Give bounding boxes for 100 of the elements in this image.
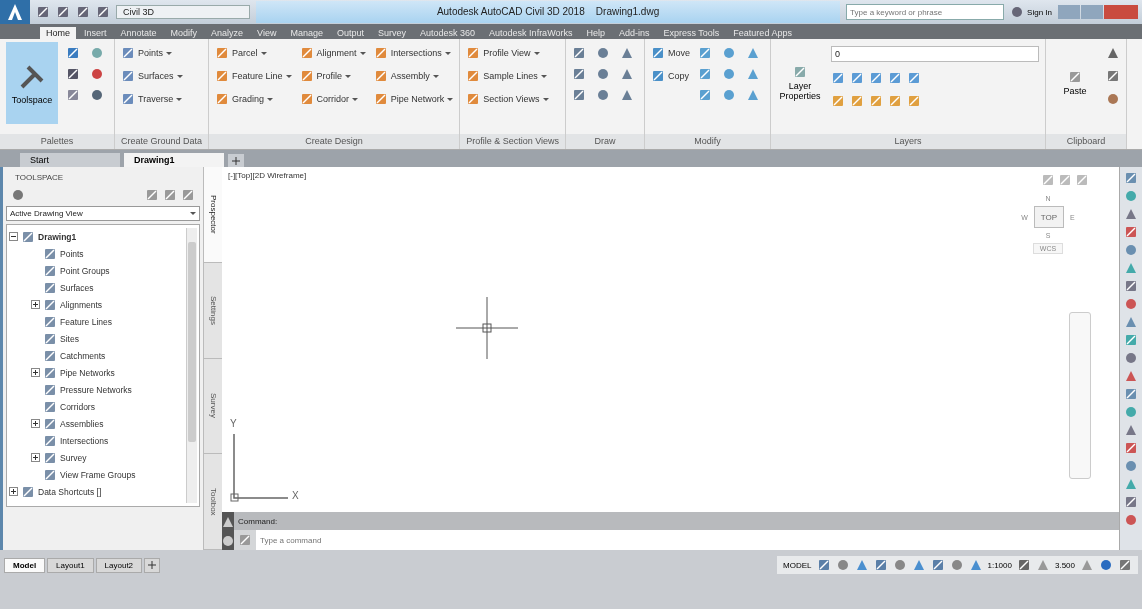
tree-item[interactable]: Alignments: [60, 299, 103, 310]
ribbon-tab[interactable]: View: [251, 27, 283, 39]
ribbon-tool-button[interactable]: Surfaces: [121, 69, 183, 83]
tree-item[interactable]: View Frame Groups: [60, 469, 136, 480]
expander-icon[interactable]: [31, 453, 40, 462]
document-tab[interactable]: Drawing1: [124, 153, 224, 167]
paste-button[interactable]: Paste: [1052, 42, 1099, 124]
tree-item[interactable]: Corridors: [60, 401, 95, 412]
ribbon-tool-button[interactable]: Parcel: [215, 46, 292, 60]
tree-item-icon: [43, 399, 57, 414]
ribbon-tool-button[interactable]: Intersections: [373, 46, 454, 60]
ribbon-tab[interactable]: Add-ins: [613, 27, 656, 39]
ribbon-tool-button[interactable]: Copy: [651, 69, 691, 83]
annotation-scale-button[interactable]: 1:1000: [987, 560, 1012, 570]
panel-label[interactable]: Modify: [645, 134, 771, 149]
layout-tab[interactable]: Layout1: [47, 557, 94, 573]
app-menu-button[interactable]: [0, 0, 30, 24]
ribbon-tool-button[interactable]: Profile View: [466, 46, 549, 60]
tree-item[interactable]: Point Groups: [60, 265, 110, 276]
expander-icon[interactable]: [31, 300, 40, 309]
ribbon-tab[interactable]: Modify: [164, 27, 204, 39]
model-space-button[interactable]: MODEL: [783, 560, 812, 570]
toolbar-icon: [1124, 423, 1138, 437]
panel-label[interactable]: Create Ground Data: [115, 134, 209, 149]
search-field[interactable]: Type a keyword or phrase: [846, 4, 1005, 20]
ribbon-tool-button[interactable]: Feature Line: [215, 69, 292, 83]
ribbon-tool-button[interactable]: Move: [651, 46, 691, 60]
document-tab[interactable]: Start: [20, 153, 120, 167]
layer-dropdown[interactable]: 0: [831, 46, 1040, 62]
scrollbar[interactable]: [186, 228, 197, 503]
ribbon-tool-button[interactable]: Grading: [215, 92, 292, 106]
ribbon-tab[interactable]: Autodesk 360: [414, 27, 482, 39]
toolspace-tool-icon: [181, 188, 195, 202]
tree-item[interactable]: Surfaces: [60, 282, 94, 293]
command-field[interactable]: Type a command: [256, 530, 1119, 550]
elevation-button[interactable]: 3.500: [1054, 560, 1075, 570]
ribbon-tab[interactable]: Annotate: [114, 27, 163, 39]
ribbon-tab[interactable]: Survey: [372, 27, 413, 39]
tree-item[interactable]: Intersections: [60, 435, 109, 446]
ribbon-tab[interactable]: Insert: [78, 27, 113, 39]
ribbon-tab[interactable]: Autodesk InfraWorks: [483, 27, 579, 39]
ribbon-tab[interactable]: Help: [580, 27, 611, 39]
toolspace-tool-icon: [145, 188, 159, 202]
layout-tab[interactable]: Model: [4, 557, 46, 573]
ribbon-tool-button[interactable]: Alignment: [299, 46, 366, 60]
tree-item[interactable]: Assemblies: [60, 418, 104, 429]
tree-item[interactable]: Points: [60, 248, 84, 259]
sign-in-button[interactable]: Sign In: [1010, 5, 1052, 19]
ribbon-tool-button[interactable]: Traverse: [121, 92, 183, 106]
tree-item[interactable]: Pipe Networks: [60, 367, 115, 378]
view-dropdown[interactable]: Active Drawing View: [6, 206, 200, 221]
panel-label[interactable]: Profile & Section Views: [460, 134, 566, 149]
caret-icon: [540, 74, 547, 78]
panel-label[interactable]: Palettes: [0, 134, 114, 149]
ribbon-tool-button[interactable]: Profile: [299, 69, 366, 83]
ribbon-tool-button[interactable]: Assembly: [373, 69, 454, 83]
ribbon-tab[interactable]: Analyze: [205, 27, 250, 39]
panel-label[interactable]: Clipboard: [1046, 134, 1127, 149]
expander-icon[interactable]: [9, 232, 18, 241]
quick-access-icon: [36, 5, 50, 19]
new-layout-button[interactable]: [144, 557, 161, 573]
toolbar-icon: [1124, 333, 1138, 347]
tree-item[interactable]: Data Shortcuts []: [38, 486, 102, 497]
tree-item[interactable]: Drawing1: [38, 231, 77, 242]
viewcube[interactable]: TOP: [1033, 206, 1064, 228]
tree-item[interactable]: Survey: [60, 452, 87, 463]
ribbon-tab[interactable]: Home: [40, 27, 76, 39]
tree-item-icon: [21, 229, 35, 244]
viewport-label[interactable]: [-][Top][2D Wireframe]: [228, 171, 307, 180]
caret-icon: [359, 51, 366, 55]
expander-icon[interactable]: [9, 487, 18, 496]
ribbon-tab[interactable]: Output: [331, 27, 371, 39]
ribbon-tool-button[interactable]: Section Views: [466, 92, 549, 106]
tree-item[interactable]: Feature Lines: [60, 316, 112, 327]
ribbon-tab[interactable]: Express Tools: [657, 27, 726, 39]
expander-icon[interactable]: [31, 419, 40, 428]
new-tab-button[interactable]: [228, 154, 244, 167]
tree-item[interactable]: Catchments: [60, 350, 106, 361]
toolbar-icon: [1124, 243, 1138, 257]
tree-item[interactable]: Sites: [60, 333, 79, 344]
ribbon-tab[interactable]: Manage: [284, 27, 329, 39]
ribbon-tool-button[interactable]: Pipe Network: [373, 92, 454, 106]
tree-item-icon: [43, 331, 57, 346]
panel-label[interactable]: Draw: [566, 134, 645, 149]
status-toggle-icon: [854, 558, 869, 572]
ribbon-tab[interactable]: Featured Apps: [727, 27, 798, 39]
layer-properties-button[interactable]: Layer Properties: [777, 42, 824, 124]
ribbon-tool-button[interactable]: Sample Lines: [466, 69, 549, 83]
panel-label[interactable]: Create Design: [209, 134, 460, 149]
toolspace-button[interactable]: Toolspace: [6, 42, 58, 124]
expander-icon[interactable]: [31, 368, 40, 377]
ribbon-tool-button[interactable]: Corridor: [299, 92, 366, 106]
workspace-dropdown[interactable]: Civil 3D: [116, 5, 250, 19]
panel-label[interactable]: Layers: [771, 134, 1046, 149]
crosshair-cursor: [456, 297, 518, 359]
layout-tab[interactable]: Layout2: [95, 557, 143, 573]
layer-tool-icon: [888, 94, 903, 108]
ribbon-tool-button[interactable]: Points: [121, 46, 183, 60]
side-tab[interactable]: Prospector: [204, 167, 222, 263]
tree-item[interactable]: Pressure Networks: [60, 384, 132, 395]
